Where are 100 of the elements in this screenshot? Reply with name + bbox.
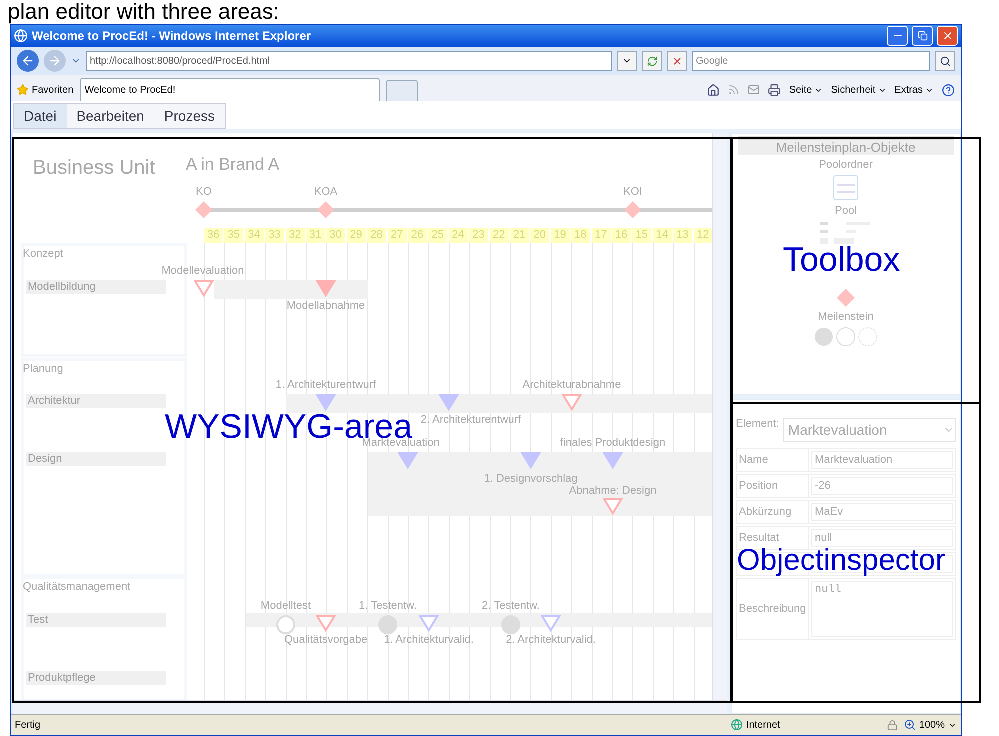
refresh-button[interactable] (642, 51, 662, 71)
week-header: 15 (632, 228, 652, 243)
milestone-triangle-icon[interactable] (603, 452, 623, 469)
week-header: 17 (592, 228, 611, 243)
menu-item[interactable]: Datei (14, 104, 67, 128)
restore-button[interactable] (912, 26, 933, 46)
milestone-triangle-icon[interactable] (521, 452, 541, 469)
forward-arrow-icon (48, 54, 62, 68)
week-header: 20 (530, 228, 550, 243)
milestone-triangle-icon[interactable] (541, 615, 561, 632)
week-header: 32 (286, 228, 305, 243)
milestone-triangle-icon[interactable] (316, 615, 336, 632)
forward-button[interactable] (44, 50, 66, 72)
task-bar[interactable] (286, 394, 712, 413)
browser-tab[interactable]: Welcome to ProcEd! (80, 78, 380, 101)
refresh-icon (646, 56, 658, 66)
zoom-control[interactable]: 100% (904, 719, 957, 731)
home-icon[interactable] (707, 84, 720, 96)
circles-icon[interactable] (814, 327, 878, 347)
slide-heading: plan editor with three areas: (7, 0, 280, 24)
week-header: 19 (550, 228, 570, 243)
week-header: 25 (428, 228, 448, 243)
close-button[interactable] (937, 26, 958, 46)
field-label: Resultat (737, 527, 809, 549)
week-header: 34 (244, 228, 264, 243)
milestone-label: 1. Designvorschlag (484, 473, 578, 485)
milestone-triangle-icon[interactable] (194, 280, 214, 297)
week-header: 14 (652, 228, 672, 243)
tool-label: Poolordner (819, 159, 873, 171)
row-label: Design (26, 452, 166, 466)
row-label: Modellbildung (26, 280, 166, 294)
menu-item[interactable]: Bearbeiten (66, 104, 154, 128)
main-milestone-label: KOI (624, 186, 642, 198)
field-label: Name (737, 449, 809, 471)
plan-title: Business Unit (33, 157, 156, 180)
week-header: 30 (326, 228, 346, 243)
field-label: Beschreibung (737, 579, 809, 639)
milestone-label: Qualitätsvorgabe (284, 634, 368, 646)
week-header: 26 (408, 228, 427, 243)
milestone-circle-icon[interactable] (501, 615, 521, 635)
week-header: 12 (694, 228, 712, 243)
row-label: Produktpflege (26, 671, 166, 685)
milestone-circle-icon[interactable] (276, 615, 296, 635)
feed-icon[interactable] (728, 84, 740, 96)
tool-label: Pool (834, 205, 858, 217)
search-button[interactable] (935, 51, 955, 71)
week-header: 28 (367, 228, 386, 243)
stop-button[interactable] (667, 51, 687, 71)
milestone-triangle-icon[interactable] (419, 615, 439, 632)
phase-label: Planung (23, 363, 64, 375)
security-zone: Internet (746, 720, 780, 730)
address-field[interactable]: http://localhost:8080/proced/ProcEd.html (86, 51, 612, 71)
search-icon (940, 56, 950, 66)
zoom-icon (904, 719, 916, 731)
milestone-label: Marktevaluation (362, 437, 440, 449)
print-icon[interactable] (768, 84, 782, 96)
search-field[interactable]: Google (692, 51, 930, 71)
week-header: 22 (490, 228, 509, 243)
milestone-circle-icon[interactable] (378, 615, 398, 635)
command-menu[interactable]: Extras (894, 84, 934, 96)
task-bar[interactable] (214, 280, 368, 299)
milestone-label: 1. Testentw. (359, 600, 417, 612)
table-icon[interactable] (820, 221, 872, 245)
minimize-button[interactable] (887, 26, 908, 46)
week-header: 21 (510, 228, 529, 243)
milestone-label: Modelltest (260, 600, 312, 612)
menu-item[interactable]: Prozess (154, 104, 225, 128)
week-header: 13 (673, 228, 692, 243)
list-icon[interactable] (833, 175, 859, 201)
favorites-button[interactable]: Favoriten (17, 79, 74, 101)
browser-logo-icon (14, 29, 28, 43)
milestone-triangle-icon[interactable] (439, 394, 459, 411)
milestone-triangle-icon[interactable] (316, 280, 336, 297)
command-menu[interactable]: Sicherheit (831, 84, 887, 96)
row-label: Architektur (26, 394, 166, 408)
week-header: 33 (265, 228, 284, 243)
protected-mode-icon[interactable] (887, 720, 898, 730)
row-label: Test (26, 613, 166, 627)
status-text: Fertig (15, 720, 41, 730)
vertical-scrollbar[interactable] (712, 133, 727, 700)
milestone-label: Modellevaluation (162, 265, 244, 277)
milestone-triangle-icon[interactable] (562, 394, 582, 411)
milestone-triangle-icon[interactable] (603, 498, 623, 515)
new-tab-button[interactable] (386, 80, 418, 101)
mail-icon[interactable] (748, 84, 760, 96)
milestone-label: 1. Architekturentwurf (276, 379, 376, 391)
annotation-label: Toolbox (783, 243, 900, 277)
milestone-triangle-icon[interactable] (398, 452, 418, 469)
task-bar[interactable] (368, 452, 712, 516)
milestone-label: 2. Architekturentwurf (420, 414, 522, 426)
diamond-icon[interactable] (837, 289, 855, 307)
field-label: Position (737, 475, 809, 497)
command-menu[interactable]: Seite (789, 84, 824, 96)
milestone-triangle-icon[interactable] (316, 394, 336, 411)
back-button[interactable] (17, 50, 39, 72)
dropdown-button[interactable] (617, 51, 637, 71)
week-header: 23 (469, 228, 488, 243)
help-icon[interactable] (942, 84, 955, 96)
milestone-label: Architekturabnahme (522, 379, 622, 391)
milestone-label: 2. Architekturvalid. (506, 634, 596, 646)
